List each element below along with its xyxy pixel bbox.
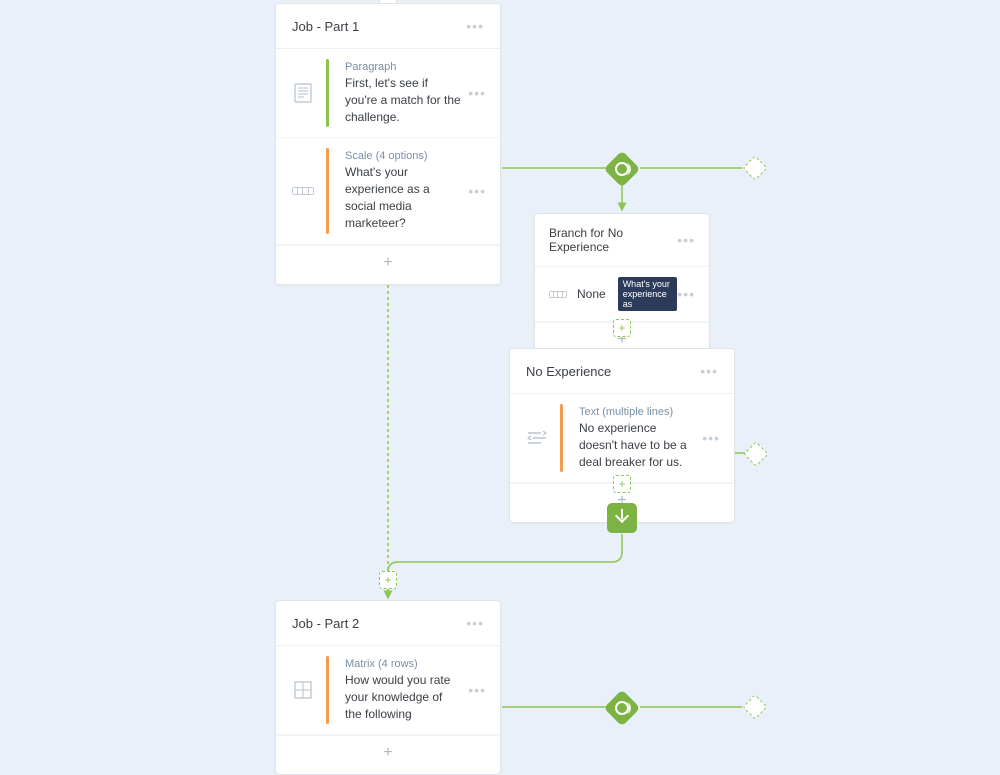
add-step-node[interactable]: + — [613, 475, 631, 493]
card-title: No Experience — [526, 364, 611, 379]
question-row-matrix[interactable]: Matrix (4 rows) How would you rate your … — [276, 646, 500, 735]
branch-endpoint-placeholder[interactable] — [743, 441, 768, 466]
add-step-node[interactable]: + — [613, 319, 631, 337]
card-job-part-2[interactable]: Job - Part 2 ••• Matrix (4 rows) How wou… — [275, 600, 501, 775]
row-menu-icon[interactable]: ••• — [468, 85, 486, 101]
row-text: How would you rate your knowledge of the… — [345, 672, 462, 722]
branch-condition-tag: What's your experience as — [618, 277, 678, 311]
branch-split-node[interactable] — [604, 151, 641, 188]
branch-endpoint-placeholder[interactable] — [742, 694, 767, 719]
card-no-experience[interactable]: No Experience ••• Text (multiple lines) … — [509, 348, 735, 523]
card-header: Job - Part 2 ••• — [276, 601, 500, 646]
card-footer: + — [276, 735, 500, 774]
row-text: First, let's see if you're a match for t… — [345, 75, 462, 125]
paragraph-icon — [290, 83, 316, 103]
scale-icon — [549, 291, 567, 298]
row-menu-icon[interactable]: ••• — [468, 183, 486, 199]
add-question-icon[interactable]: + — [378, 254, 398, 274]
card-header: No Experience ••• — [510, 349, 734, 394]
card-title: Job - Part 1 — [292, 19, 359, 34]
card-menu-icon[interactable]: ••• — [466, 615, 484, 631]
question-row-paragraph[interactable]: Paragraph First, let's see if you're a m… — [276, 49, 500, 138]
row-menu-icon[interactable]: ••• — [468, 682, 486, 698]
row-accent — [326, 656, 329, 724]
row-accent — [560, 404, 563, 472]
branch-split-node[interactable] — [604, 690, 641, 727]
row-text: No experience doesn't have to be a deal … — [579, 420, 696, 470]
jump-node[interactable] — [607, 503, 637, 533]
row-accent — [326, 148, 329, 233]
card-menu-icon[interactable]: ••• — [700, 363, 718, 379]
row-type-label: Scale (4 options) — [345, 150, 462, 162]
row-menu-icon[interactable]: ••• — [702, 430, 720, 446]
card-footer: + — [276, 245, 500, 284]
row-accent — [326, 59, 329, 127]
card-title: Job - Part 2 — [292, 616, 359, 631]
card-job-part-1[interactable]: Job - Part 1 ••• Paragraph First, let's … — [275, 3, 501, 285]
card-header: Job - Part 1 ••• — [276, 4, 500, 49]
row-text: What's your experience as a social media… — [345, 164, 462, 231]
branch-condition-label: None — [577, 287, 606, 301]
row-menu-icon[interactable]: ••• — [677, 286, 695, 302]
add-step-node[interactable]: + — [379, 571, 397, 589]
scale-icon — [290, 187, 316, 195]
row-type-label: Text (multiple lines) — [579, 406, 696, 418]
branch-endpoint-placeholder[interactable] — [742, 155, 767, 180]
card-branch-no-experience[interactable]: Branch for No Experience ••• None What's… — [534, 213, 710, 362]
card-title: Branch for No Experience — [549, 226, 677, 254]
card-header: Branch for No Experience ••• — [535, 214, 709, 267]
card-menu-icon[interactable]: ••• — [466, 18, 484, 34]
question-row-scale[interactable]: Scale (4 options) What's your experience… — [276, 138, 500, 244]
question-row-text[interactable]: Text (multiple lines) No experience does… — [510, 394, 734, 483]
matrix-icon — [290, 681, 316, 699]
card-menu-icon[interactable]: ••• — [677, 232, 695, 248]
branch-condition-row[interactable]: None What's your experience as ••• — [535, 267, 709, 322]
row-type-label: Paragraph — [345, 61, 462, 73]
add-question-icon[interactable]: + — [378, 744, 398, 764]
textlines-icon — [524, 431, 550, 445]
row-type-label: Matrix (4 rows) — [345, 658, 462, 670]
